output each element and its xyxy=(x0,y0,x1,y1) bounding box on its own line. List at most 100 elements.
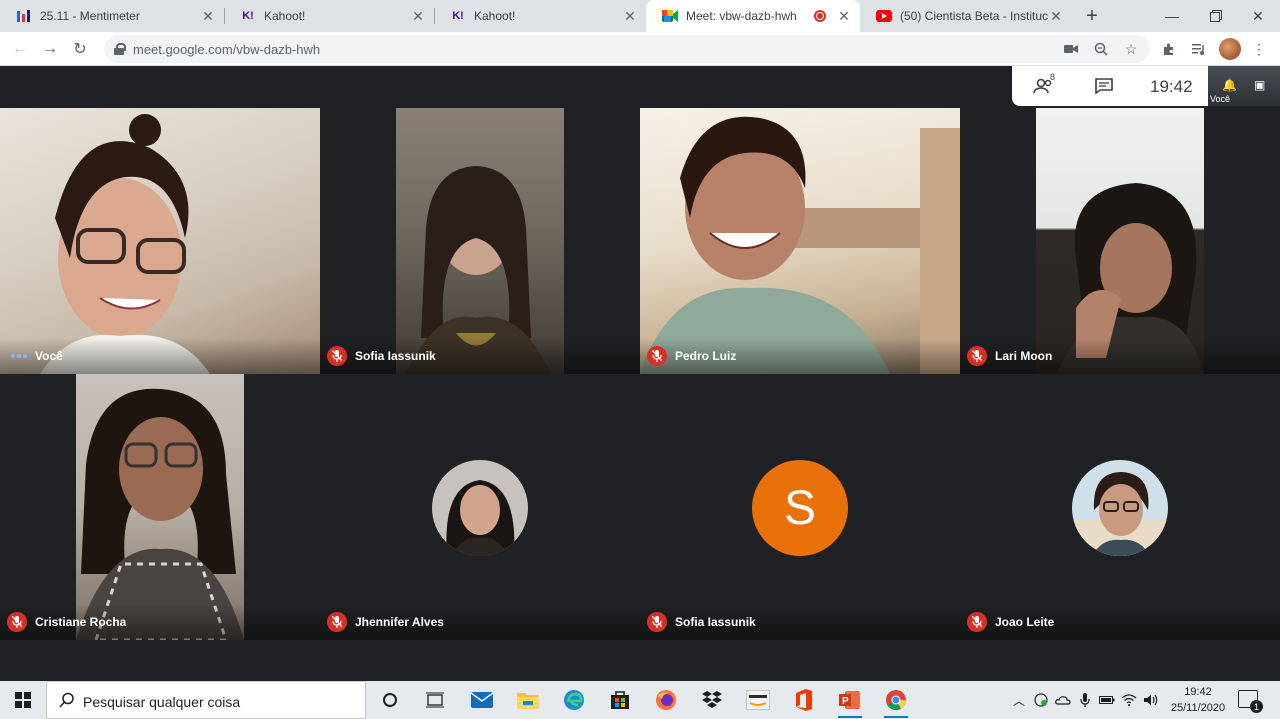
participant-tile[interactable]: Cristiane Rocha xyxy=(0,374,320,640)
task-view-icon[interactable] xyxy=(421,687,449,713)
amazon-icon[interactable] xyxy=(744,687,772,713)
mentimeter-icon xyxy=(16,8,32,24)
mic-off-icon xyxy=(967,346,987,366)
participant-video xyxy=(396,108,564,374)
participants-button[interactable]: 8 xyxy=(1032,72,1056,96)
tab-title: 25.11 - Mentimeter xyxy=(40,9,140,23)
participant-video xyxy=(1036,108,1204,374)
tab-kahoot-1[interactable]: K! Kahoot! ✕ xyxy=(224,0,434,32)
zoom-icon[interactable] xyxy=(1092,40,1110,58)
office-icon[interactable] xyxy=(790,687,818,713)
volume-icon[interactable] xyxy=(1142,691,1160,709)
search-placeholder: Pesquisar qualquer coisa xyxy=(83,694,241,710)
chrome-icon[interactable] xyxy=(882,687,910,718)
tab-title: Meet: vbw-dazb-hwh xyxy=(686,9,797,23)
onedrive-icon[interactable] xyxy=(1054,691,1072,709)
participant-name: Jhennifer Alves xyxy=(355,615,444,629)
bookmark-star-icon[interactable]: ☆ xyxy=(1122,40,1140,58)
start-button[interactable] xyxy=(0,681,46,719)
browser-toolbar: ← → ↻ meet.google.com/vbw-dazb-hwh ☆ ⋮ xyxy=(0,32,1280,66)
participant-name: Pedro Luiz xyxy=(675,349,737,363)
meet-call-area: 8 19:42 🔔 ▣ Você Você Sofia Iassunik Ped… xyxy=(0,66,1280,681)
profile-avatar[interactable] xyxy=(1219,38,1241,60)
close-tab-icon[interactable]: ✕ xyxy=(836,8,852,24)
windows-taskbar: Pesquisar qualquer coisa P ︿ 19:42 25/11… xyxy=(0,681,1280,719)
system-date: 25/11/2020 xyxy=(1170,702,1226,714)
tab-kahoot-2[interactable]: K! Kahoot! ✕ xyxy=(434,0,646,32)
mic-off-icon xyxy=(327,346,347,366)
camera-icon[interactable] xyxy=(1062,40,1080,58)
participant-tile[interactable]: Pedro Luiz xyxy=(640,108,960,374)
participant-tile[interactable]: Jhennifer Alves xyxy=(320,374,640,640)
edge-icon[interactable] xyxy=(560,687,588,713)
self-view-label: Você xyxy=(1210,94,1231,104)
system-clock[interactable]: 19:42 25/11/2020 xyxy=(1166,684,1230,716)
participant-video xyxy=(640,108,960,374)
chat-button[interactable] xyxy=(1092,76,1116,96)
more-options-icon[interactable]: ⋮ xyxy=(1248,38,1270,60)
mail-icon[interactable] xyxy=(468,687,496,713)
chat-icon xyxy=(1095,78,1113,94)
participant-avatar xyxy=(432,460,528,556)
address-bar[interactable]: meet.google.com/vbw-dazb-hwh ☆ xyxy=(104,35,1150,63)
close-tab-icon[interactable]: ✕ xyxy=(622,8,638,24)
kahoot-icon: K! xyxy=(452,10,464,22)
meeting-clock: 19:42 xyxy=(1150,77,1193,96)
mic-off-icon xyxy=(327,612,347,632)
firefox-icon[interactable] xyxy=(652,687,680,713)
wifi-icon[interactable] xyxy=(1120,691,1138,709)
close-window-button[interactable]: ✕ xyxy=(1236,0,1280,32)
lock-icon xyxy=(114,43,126,55)
participant-tile[interactable]: Sofia Iassunik xyxy=(320,108,640,374)
show-hidden-icons[interactable]: ︿ xyxy=(1010,691,1028,709)
mic-off-icon xyxy=(647,346,667,366)
store-icon[interactable] xyxy=(606,687,634,713)
tab-meet[interactable]: Meet: vbw-dazb-hwh ✕ xyxy=(646,0,860,32)
participant-tile[interactable]: Lari Moon xyxy=(960,108,1280,374)
restore-button[interactable] xyxy=(1194,0,1238,32)
tab-youtube[interactable]: (50) Cientista Beta - Institucion ✕ xyxy=(860,0,1072,32)
meet-icon xyxy=(662,8,678,24)
mic-off-icon xyxy=(967,612,987,632)
close-tab-icon[interactable]: ✕ xyxy=(410,8,426,24)
media-control-icon[interactable] xyxy=(1188,38,1210,60)
minimize-button[interactable]: — xyxy=(1150,0,1194,32)
microphone-icon[interactable] xyxy=(1076,691,1094,709)
forward-button[interactable]: → xyxy=(38,37,62,61)
participant-tile[interactable]: Joao Leite xyxy=(960,374,1280,640)
meet-top-controls: 8 19:42 xyxy=(1012,66,1208,106)
notification-center-icon[interactable]: 1 xyxy=(1238,690,1263,713)
participant-name: Sofia Iassunik xyxy=(675,615,756,629)
reload-button[interactable]: ↻ xyxy=(68,37,92,61)
participant-video xyxy=(76,374,244,640)
participant-video xyxy=(0,108,320,374)
dropbox-icon[interactable] xyxy=(698,687,726,713)
taskbar-search[interactable]: Pesquisar qualquer coisa xyxy=(46,681,366,719)
sync-ok-icon[interactable] xyxy=(1032,691,1050,709)
participant-name: Você xyxy=(35,349,63,363)
tab-title: Kahoot! xyxy=(474,9,516,23)
back-button[interactable]: ← xyxy=(8,37,32,61)
tab-title: (50) Cientista Beta - Institucion xyxy=(900,9,1048,23)
system-time: 19:42 xyxy=(1184,686,1212,698)
kahoot-icon: K! xyxy=(242,10,254,22)
cortana-icon[interactable] xyxy=(376,687,404,713)
powerpoint-icon[interactable]: P xyxy=(836,687,864,718)
extensions-icon[interactable] xyxy=(1158,38,1180,60)
file-explorer-icon[interactable] xyxy=(514,687,542,713)
self-view-thumbnail[interactable]: 🔔 ▣ Você xyxy=(1208,66,1280,106)
participant-tile[interactable]: Você xyxy=(0,108,320,374)
mic-off-icon xyxy=(647,612,667,632)
mic-off-icon xyxy=(7,612,27,632)
tab-mentimeter[interactable]: 25.11 - Mentimeter ✕ xyxy=(0,0,224,32)
close-tab-icon[interactable]: ✕ xyxy=(200,8,216,24)
screen-icon[interactable]: ▣ xyxy=(1254,78,1265,92)
windows-logo-icon xyxy=(15,692,31,708)
battery-icon[interactable] xyxy=(1098,691,1116,709)
new-tab-button[interactable]: + xyxy=(1080,4,1104,28)
participant-tile[interactable]: S Sofia Iassunik xyxy=(640,374,960,640)
close-tab-icon[interactable]: ✕ xyxy=(1048,8,1064,24)
participant-name: Sofia Iassunik xyxy=(355,349,436,363)
bell-icon[interactable]: 🔔 xyxy=(1222,78,1237,92)
participant-name: Lari Moon xyxy=(995,349,1053,363)
